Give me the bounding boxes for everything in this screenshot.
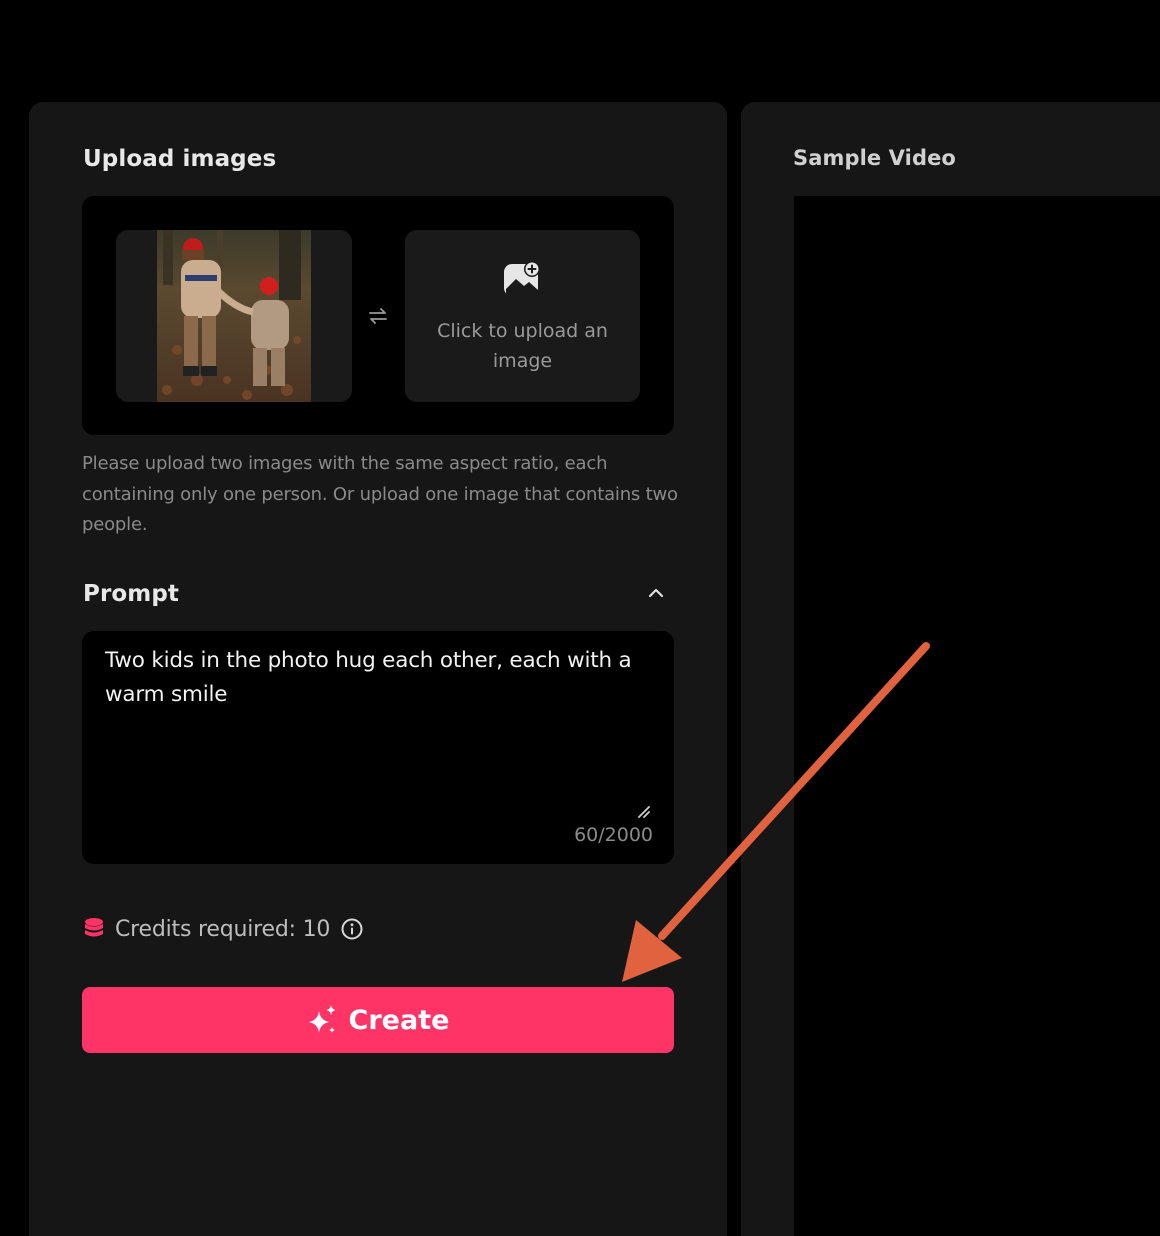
chevron-up-icon[interactable] bbox=[646, 585, 666, 601]
upload-hint: Please upload two images with the same a… bbox=[82, 453, 678, 535]
prompt-textarea[interactable]: Two kids in the photo hug each other, ea… bbox=[82, 631, 674, 864]
info-icon[interactable] bbox=[340, 917, 364, 941]
sparkle-icon bbox=[307, 1003, 339, 1037]
char-count: 60/2000 bbox=[574, 824, 653, 846]
uploaded-image-slot[interactable] bbox=[116, 230, 352, 402]
prompt-title: Prompt bbox=[83, 581, 180, 607]
upload-area: Click to upload an image bbox=[82, 196, 674, 435]
image-add-icon bbox=[501, 259, 543, 301]
swap-icon[interactable] bbox=[367, 306, 389, 326]
sample-video-player[interactable] bbox=[794, 196, 1160, 1236]
credits-required-text: Credits required: 10 bbox=[115, 916, 331, 942]
create-button-label: Create bbox=[348, 1004, 450, 1036]
uploaded-photo bbox=[157, 230, 311, 402]
coins-icon bbox=[83, 916, 105, 942]
create-panel: Upload images Click to upload an image P… bbox=[29, 102, 727, 1236]
create-button[interactable]: Create bbox=[82, 987, 674, 1053]
upload-image-slot[interactable]: Click to upload an image bbox=[405, 230, 640, 402]
credits-row: Credits required: 10 bbox=[83, 912, 364, 946]
sample-video-panel: Sample Video bbox=[741, 102, 1160, 1236]
prompt-text[interactable]: Two kids in the photo hug each other, ea… bbox=[105, 644, 645, 712]
upload-prompt-text: Click to upload an image bbox=[437, 320, 608, 372]
upload-images-title: Upload images bbox=[83, 146, 277, 172]
resize-handle-icon[interactable] bbox=[636, 803, 650, 818]
sample-video-title: Sample Video bbox=[793, 146, 956, 170]
